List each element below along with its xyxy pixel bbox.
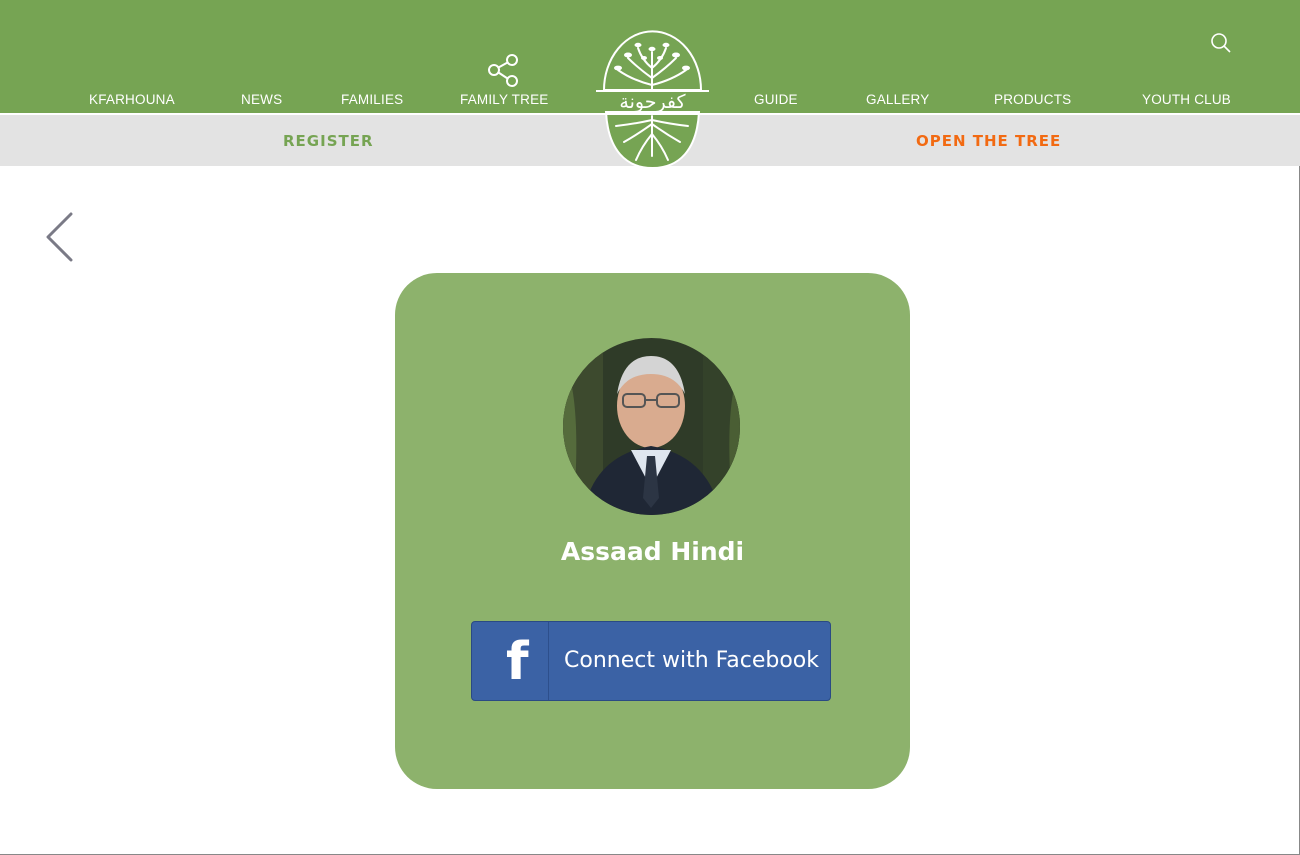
facebook-f-icon: f — [506, 632, 529, 692]
nav-item-youth-club[interactable]: YOUTH CLUB — [1142, 92, 1231, 107]
nav-item-guide[interactable]: GUIDE — [754, 92, 798, 107]
nav-item-families[interactable]: FAMILIES — [341, 92, 403, 107]
kfarhouna-logo[interactable]: كفرحونة — [594, 30, 711, 170]
nav-item-kfarhouna[interactable]: KFARHOUNA — [89, 92, 175, 107]
back-chevron-icon[interactable] — [40, 208, 80, 268]
facebook-icon-box: f — [472, 622, 549, 700]
facebook-button-label: Connect with Facebook — [564, 648, 819, 673]
register-link[interactable]: REGISTER — [283, 132, 374, 150]
connect-with-facebook-button[interactable]: f Connect with Facebook — [471, 621, 831, 701]
search-icon[interactable] — [1208, 30, 1234, 56]
profile-name: Assaad Hindi — [560, 537, 745, 566]
nav-item-news[interactable]: NEWS — [241, 92, 282, 107]
nav-item-gallery[interactable]: GALLERY — [866, 92, 929, 107]
logo-text: كفرحونة — [619, 91, 686, 113]
share-icon[interactable] — [485, 51, 525, 91]
nav-item-products[interactable]: PRODUCTS — [994, 92, 1071, 107]
nav-item-family-tree[interactable]: FAMILY TREE — [460, 92, 548, 107]
profile-avatar — [563, 338, 740, 515]
open-the-tree-link[interactable]: OPEN THE TREE — [916, 132, 1061, 150]
